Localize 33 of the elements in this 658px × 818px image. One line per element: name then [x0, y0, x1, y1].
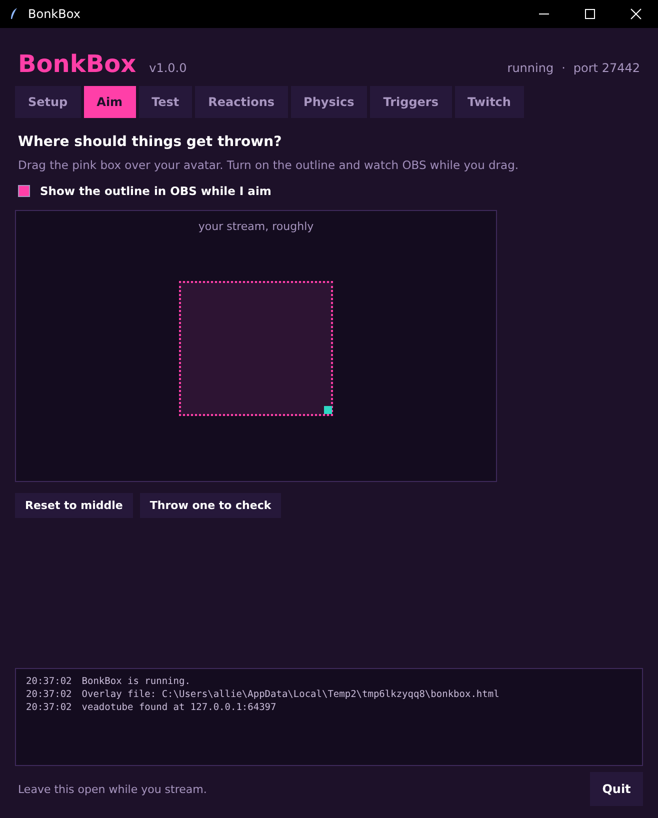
separator-dot: · — [562, 61, 566, 75]
version-label: v1.0.0 — [149, 61, 187, 75]
tab[interactable]: Setup — [15, 86, 81, 118]
tab[interactable]: Twitch — [454, 86, 524, 118]
log-time: 20:37:02 — [26, 688, 72, 701]
feather-icon — [10, 8, 18, 20]
app-name: BonkBox — [18, 50, 136, 78]
close-icon[interactable] — [630, 8, 642, 20]
log-message: Overlay file: C:\Users\allie\AppData\Local\Temp2\tmp6lkzyqq8\bonkbox.html — [82, 688, 500, 701]
tab[interactable]: Reactions — [195, 86, 288, 118]
action-button[interactable]: Throw one to check — [140, 493, 282, 518]
action-button[interactable]: Reset to middle — [15, 493, 133, 518]
tab[interactable]: Triggers — [370, 86, 452, 118]
log-message: BonkBox is running. — [82, 675, 190, 688]
aim-box[interactable] — [179, 281, 333, 416]
section-heading: Where should things get thrown? — [17, 134, 283, 150]
resize-handle[interactable] — [324, 406, 332, 414]
checkbox[interactable] — [18, 185, 30, 197]
log-message: veadotube found at 127.0.0.1:64397 — [82, 701, 276, 714]
tab[interactable]: Test — [138, 86, 192, 118]
tab[interactable]: Physics — [290, 86, 368, 118]
log-time: 20:37:02 — [26, 701, 72, 714]
status-text: running — [507, 61, 554, 75]
preview-label: your stream, roughly — [198, 220, 314, 233]
description-text: Drag the pink box over your avatar. Turn on the outline and watch OBS while you drag. — [17, 158, 520, 172]
port-text: port 27442 — [573, 61, 640, 75]
maximize-icon[interactable] — [584, 8, 596, 20]
quit-button[interactable]: Quit — [590, 772, 643, 806]
window-title: BonkBox — [28, 7, 80, 21]
footer-hint: Leave this open while you stream. — [18, 782, 207, 796]
checkbox-label[interactable]: Show the outline in OBS while I aim — [40, 184, 272, 198]
tab[interactable]: Aim — [84, 86, 136, 118]
log-time: 20:37:02 — [26, 675, 72, 688]
